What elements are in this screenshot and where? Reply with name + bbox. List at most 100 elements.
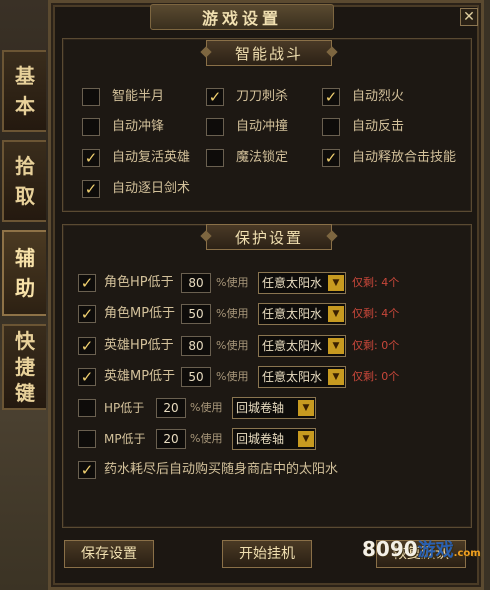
tab-assist[interactable]: 辅 助	[2, 230, 46, 316]
checkbox-auto-revive-hero[interactable]: ✓	[82, 149, 100, 167]
watermark-suffix: 游戏	[417, 540, 454, 561]
checkbox-auto-buy[interactable]: ✓	[78, 461, 96, 479]
label-auto-sun-sword: 自动逐日剑术	[112, 181, 191, 196]
tab-pickup-char-1: 拾	[15, 154, 35, 178]
tab-pickup[interactable]: 拾 取	[2, 140, 46, 222]
checkbox-smart-halfmoon[interactable]	[82, 88, 100, 106]
label-auto-buy: 药水耗尽后自动购买随身商店中的太阳水	[104, 462, 339, 477]
use-label: %使用	[190, 432, 223, 445]
protect-title: 保护设置	[206, 224, 332, 250]
input-role-mp-threshold[interactable]: 50	[181, 304, 211, 324]
checkbox-hero-hp[interactable]: ✓	[78, 337, 96, 355]
label-blade-thrust: 刀刀刺杀	[236, 89, 289, 104]
checkmark-icon: ✓	[324, 149, 338, 167]
input-hero-mp-threshold[interactable]: 50	[181, 367, 211, 387]
checkbox-role-mp[interactable]: ✓	[78, 305, 96, 323]
remain-count: 仅剩: 4个	[352, 276, 400, 289]
remain-count: 仅剩: 4个	[352, 307, 400, 320]
checkbox-hp[interactable]	[78, 399, 96, 417]
checkbox-blade-thrust[interactable]: ✓	[206, 88, 224, 106]
label-auto-ram: 自动冲撞	[236, 119, 289, 134]
use-label: %使用	[216, 370, 249, 383]
checkbox-mp[interactable]	[78, 430, 96, 448]
label-auto-charge: 自动冲锋	[112, 119, 165, 134]
label-auto-combo-skill: 自动释放合击技能	[352, 150, 457, 165]
tab-assist-char-1: 辅	[15, 246, 35, 270]
select-value: 回城卷轴	[236, 401, 285, 415]
label-smart-halfmoon: 智能半月	[112, 89, 165, 104]
input-role-hp-threshold[interactable]: 80	[181, 273, 211, 293]
checkmark-icon: ✓	[84, 180, 98, 198]
label-auto-fire: 自动烈火	[352, 89, 405, 104]
checkbox-auto-fire[interactable]: ✓	[322, 88, 340, 106]
watermark-sub: .com	[453, 548, 481, 559]
checkbox-hero-mp[interactable]: ✓	[78, 368, 96, 386]
label-hero-mp: 英雄MP低于	[104, 369, 176, 384]
dropdown-arrow-icon: ▼	[328, 369, 344, 385]
checkbox-auto-counter[interactable]	[322, 118, 340, 136]
input-hero-hp-threshold[interactable]: 80	[181, 336, 211, 356]
select-hp-item[interactable]: 回城卷轴 ▼	[232, 397, 316, 419]
checkbox-role-hp[interactable]: ✓	[78, 274, 96, 292]
remain-count: 仅剩: 0个	[352, 339, 400, 352]
select-role-mp-item[interactable]: 任意太阳水 ▼	[258, 303, 346, 325]
checkmark-icon: ✓	[80, 274, 94, 292]
label-mp: MP低于	[104, 432, 146, 446]
checkmark-icon: ✓	[80, 368, 94, 386]
close-button[interactable]: ✕	[460, 8, 478, 26]
tab-hotkeys[interactable]: 快 捷 键	[2, 324, 46, 410]
start-auto-button[interactable]: 开始挂机	[222, 540, 312, 568]
label-role-hp: 角色HP低于	[104, 275, 174, 290]
use-label: %使用	[216, 276, 249, 289]
site-watermark-logo: 8090游戏.com	[362, 536, 481, 562]
input-hp-threshold[interactable]: 20	[156, 398, 186, 418]
watermark-number: 8090	[362, 537, 418, 561]
tab-basic-char-2: 本	[15, 94, 35, 118]
dropdown-arrow-icon: ▼	[328, 306, 344, 322]
remain-count: 仅剩: 0个	[352, 370, 400, 383]
select-mp-item[interactable]: 回城卷轴 ▼	[232, 428, 316, 450]
smart-battle-title: 智能战斗	[206, 40, 332, 66]
checkmark-icon: ✓	[324, 88, 338, 106]
tab-basic[interactable]: 基 本	[2, 50, 46, 132]
window-title: 游戏设置	[150, 4, 334, 30]
checkmark-icon: ✓	[80, 337, 94, 355]
select-value: 任意太阳水	[262, 339, 323, 353]
tab-assist-char-2: 助	[15, 276, 35, 300]
select-value: 任意太阳水	[262, 276, 323, 290]
checkbox-auto-ram[interactable]	[206, 118, 224, 136]
save-settings-button[interactable]: 保存设置	[64, 540, 154, 568]
label-hp: HP低于	[104, 401, 145, 415]
checkmark-icon: ✓	[208, 88, 222, 106]
tab-basic-char-1: 基	[15, 64, 35, 88]
label-hero-hp: 英雄HP低于	[104, 338, 174, 353]
use-label: %使用	[190, 401, 223, 414]
use-label: %使用	[216, 307, 249, 320]
checkbox-auto-combo-skill[interactable]: ✓	[322, 149, 340, 167]
select-value: 任意太阳水	[262, 307, 323, 321]
dropdown-arrow-icon: ▼	[328, 275, 344, 291]
checkmark-icon: ✓	[80, 305, 94, 323]
select-hero-hp-item[interactable]: 任意太阳水 ▼	[258, 335, 346, 357]
checkmark-icon: ✓	[80, 461, 94, 479]
tab-pickup-char-2: 取	[15, 184, 35, 208]
checkbox-auto-charge[interactable]	[82, 118, 100, 136]
label-auto-revive-hero: 自动复活英雄	[112, 150, 191, 165]
input-mp-threshold[interactable]: 20	[156, 429, 186, 449]
dropdown-arrow-icon: ▼	[298, 400, 314, 416]
label-magic-lock: 魔法锁定	[236, 150, 289, 165]
dropdown-arrow-icon: ▼	[328, 338, 344, 354]
tab-hotkeys-char-1: 快	[15, 329, 35, 353]
select-value: 回城卷轴	[236, 432, 285, 446]
checkbox-magic-lock[interactable]	[206, 149, 224, 167]
label-role-mp: 角色MP低于	[104, 306, 176, 321]
checkbox-auto-sun-sword[interactable]: ✓	[82, 180, 100, 198]
select-role-hp-item[interactable]: 任意太阳水 ▼	[258, 272, 346, 294]
use-label: %使用	[216, 339, 249, 352]
checkmark-icon: ✓	[84, 149, 98, 167]
select-hero-mp-item[interactable]: 任意太阳水 ▼	[258, 366, 346, 388]
select-value: 任意太阳水	[262, 370, 323, 384]
tab-hotkeys-char-3: 键	[15, 381, 35, 405]
tab-hotkeys-char-2: 捷	[15, 355, 35, 379]
dropdown-arrow-icon: ▼	[298, 431, 314, 447]
